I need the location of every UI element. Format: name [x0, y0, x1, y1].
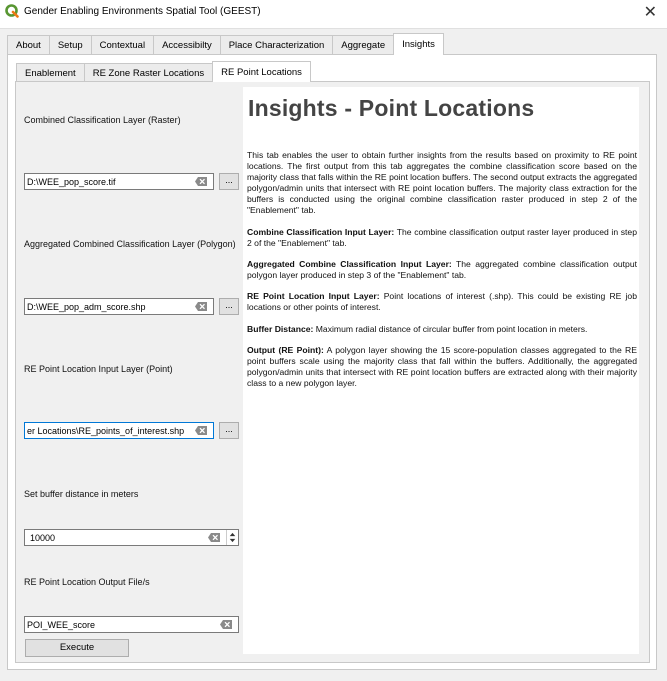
- clear-field-icon[interactable]: [195, 177, 207, 186]
- clear-field-icon[interactable]: [208, 533, 220, 542]
- execute-button[interactable]: Execute: [25, 639, 129, 657]
- tab-aggregate[interactable]: Aggregate: [332, 35, 395, 55]
- spin-arrows-icon[interactable]: [226, 529, 238, 546]
- combined-layer-label: Combined Classification Layer (Raster): [24, 115, 181, 125]
- buffer-distance-value: 10000: [30, 532, 56, 543]
- tab-re-point-locations[interactable]: RE Point Locations: [212, 61, 311, 82]
- output-file-value: POI_WEE_score: [27, 619, 96, 630]
- help-combine-item: Combine Classification Input Layer: The …: [247, 227, 637, 249]
- buffer-distance-spinbox[interactable]: 10000: [24, 529, 239, 546]
- tab-contextual[interactable]: Contextual: [90, 35, 155, 55]
- tab-about[interactable]: About: [7, 35, 50, 55]
- help-output-item: Output (RE Point): A polygon layer showi…: [247, 345, 637, 389]
- help-intro: This tab enables the user to obtain furt…: [247, 150, 637, 215]
- qgis-logo-icon: [5, 4, 19, 18]
- buffer-distance-label: Set buffer distance in meters: [24, 489, 139, 499]
- aggregated-layer-value: D:\WEE_pop_adm_score.shp: [27, 301, 146, 312]
- help-output-term: Output (RE Point):: [247, 345, 324, 355]
- tab-setup[interactable]: Setup: [48, 35, 92, 55]
- help-aggregated-item: Aggregated Combine Classification Input …: [247, 259, 637, 281]
- point-layer-value: er Locations\RE_points_of_interest.shp: [27, 425, 185, 436]
- close-icon[interactable]: ✕: [644, 2, 657, 21]
- aggregated-layer-browse-button[interactable]: ...: [219, 298, 239, 315]
- tab-enablement[interactable]: Enablement: [16, 63, 85, 82]
- output-file-field[interactable]: POI_WEE_score: [24, 616, 239, 633]
- combined-layer-field[interactable]: D:\WEE_pop_score.tif: [24, 173, 214, 190]
- point-layer-label: RE Point Location Input Layer (Point): [24, 364, 173, 374]
- output-file-label: RE Point Location Output File/s: [24, 577, 150, 587]
- help-panel: Insights - Point Locations This tab enab…: [243, 87, 639, 654]
- help-combine-term: Combine Classification Input Layer:: [247, 227, 395, 237]
- main-tab-bar: About Setup Contextual Accessibilty Plac…: [7, 33, 444, 55]
- tab-insights[interactable]: Insights: [393, 33, 444, 55]
- aggregated-layer-field[interactable]: D:\WEE_pop_adm_score.shp: [24, 298, 214, 315]
- help-buffer-term: Buffer Distance:: [247, 324, 314, 334]
- title-bar: Gender Enabling Environments Spatial Too…: [0, 0, 667, 28]
- clear-field-icon[interactable]: [220, 620, 232, 629]
- point-layer-field[interactable]: er Locations\RE_points_of_interest.shp: [24, 422, 214, 439]
- combined-layer-browse-button[interactable]: ...: [219, 173, 239, 190]
- tab-place-characterization[interactable]: Place Characterization: [219, 35, 334, 55]
- help-aggregated-term: Aggregated Combine Classification Input …: [247, 259, 452, 269]
- aggregated-layer-label: Aggregated Combined Classification Layer…: [24, 239, 236, 249]
- help-point-item: RE Point Location Input Layer: Point loc…: [247, 291, 637, 313]
- sub-tab-bar: Enablement RE Zone Raster Locations RE P…: [16, 61, 311, 82]
- clear-field-icon[interactable]: [195, 302, 207, 311]
- help-point-term: RE Point Location Input Layer:: [247, 291, 380, 301]
- help-heading: Insights - Point Locations: [248, 95, 535, 121]
- help-buffer-item: Buffer Distance: Maximum radial distance…: [247, 324, 637, 335]
- combined-layer-value: D:\WEE_pop_score.tif: [27, 176, 116, 187]
- help-buffer-desc: Maximum radial distance of circular buff…: [313, 324, 588, 334]
- tab-accessibility[interactable]: Accessibilty: [153, 35, 221, 55]
- window-title: Gender Enabling Environments Spatial Too…: [24, 6, 261, 17]
- tab-re-zone-raster-locations[interactable]: RE Zone Raster Locations: [83, 63, 214, 82]
- clear-field-icon[interactable]: [195, 426, 207, 435]
- point-layer-browse-button[interactable]: ...: [219, 422, 239, 439]
